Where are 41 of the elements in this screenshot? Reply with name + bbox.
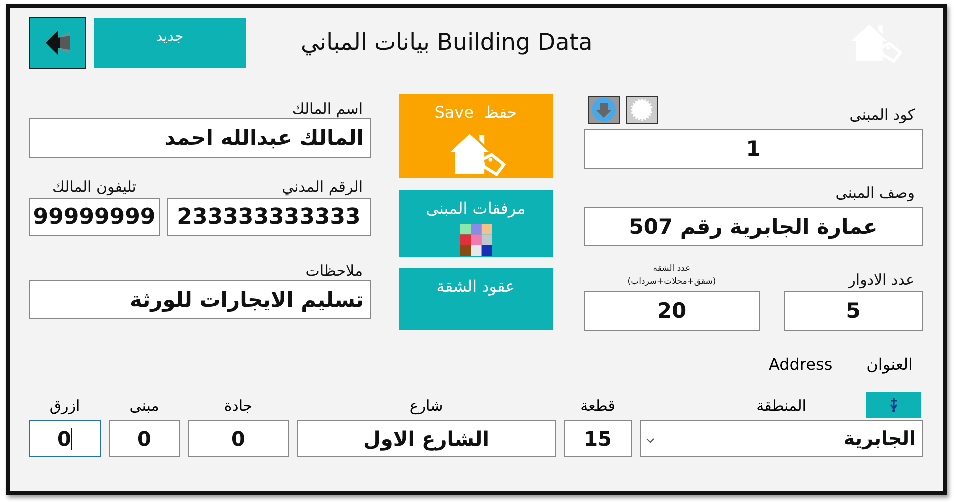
field-label: عدد الشقه <box>653 264 691 274</box>
address-field[interactable]: 15 <box>564 420 632 457</box>
field-label: وصف المبنى <box>836 184 915 202</box>
field-label: تليفون المالك <box>52 178 136 196</box>
field-label: عدد الادوار <box>848 271 915 289</box>
building-description-field[interactable]: عمارة الجابرية رقم 507 <box>584 207 923 246</box>
field-label: جادة <box>224 397 253 415</box>
field-label: ملاحظات <box>306 262 363 280</box>
address-label: Address <box>768 355 833 374</box>
address-field[interactable]: 0 <box>188 420 289 457</box>
civil-id-field[interactable]: 233333333333 <box>167 198 371 236</box>
notes-field[interactable]: تسليم الايجارات للورثة <box>29 280 371 319</box>
field-note: (شقق+محلات+سرداب) <box>628 277 716 287</box>
chevron-down-icon <box>646 438 655 444</box>
field-label: كود المبنى <box>850 106 915 124</box>
field-label: شارع <box>410 397 444 415</box>
address-field[interactable]: 0 <box>29 420 101 457</box>
units-count-field[interactable]: 20 <box>584 291 760 331</box>
phone-field[interactable]: 99999999 <box>29 198 160 236</box>
pin-icon <box>888 397 898 413</box>
locate-button[interactable] <box>866 392 921 418</box>
field-label: قطعة <box>580 397 616 415</box>
new-record-button[interactable] <box>626 96 658 124</box>
address-field[interactable]: 0 <box>109 420 180 457</box>
address-label: العنوان <box>866 355 913 374</box>
field-label: المنطقة <box>756 397 806 415</box>
floors-field[interactable]: 5 <box>784 291 923 331</box>
field-label: مبنى <box>130 397 160 415</box>
download-icon <box>591 97 617 123</box>
new-badge-icon <box>629 97 655 123</box>
color-grid-icon <box>460 224 492 256</box>
owner-name-field[interactable]: المالك عبدالله احمد <box>29 118 371 158</box>
region-dropdown[interactable]: الجابرية <box>640 420 923 457</box>
field-label: الرقم المدني <box>282 178 363 196</box>
download-button[interactable] <box>588 96 620 124</box>
back-button[interactable] <box>29 17 86 69</box>
window-title: بيانات المباني Building Data <box>301 30 593 56</box>
field-label: اسم المالك <box>292 100 363 118</box>
building-code-field[interactable]: 1 <box>584 129 923 169</box>
address-field[interactable]: الشارع الاول <box>297 420 556 457</box>
field-label: ازرق <box>50 397 80 415</box>
